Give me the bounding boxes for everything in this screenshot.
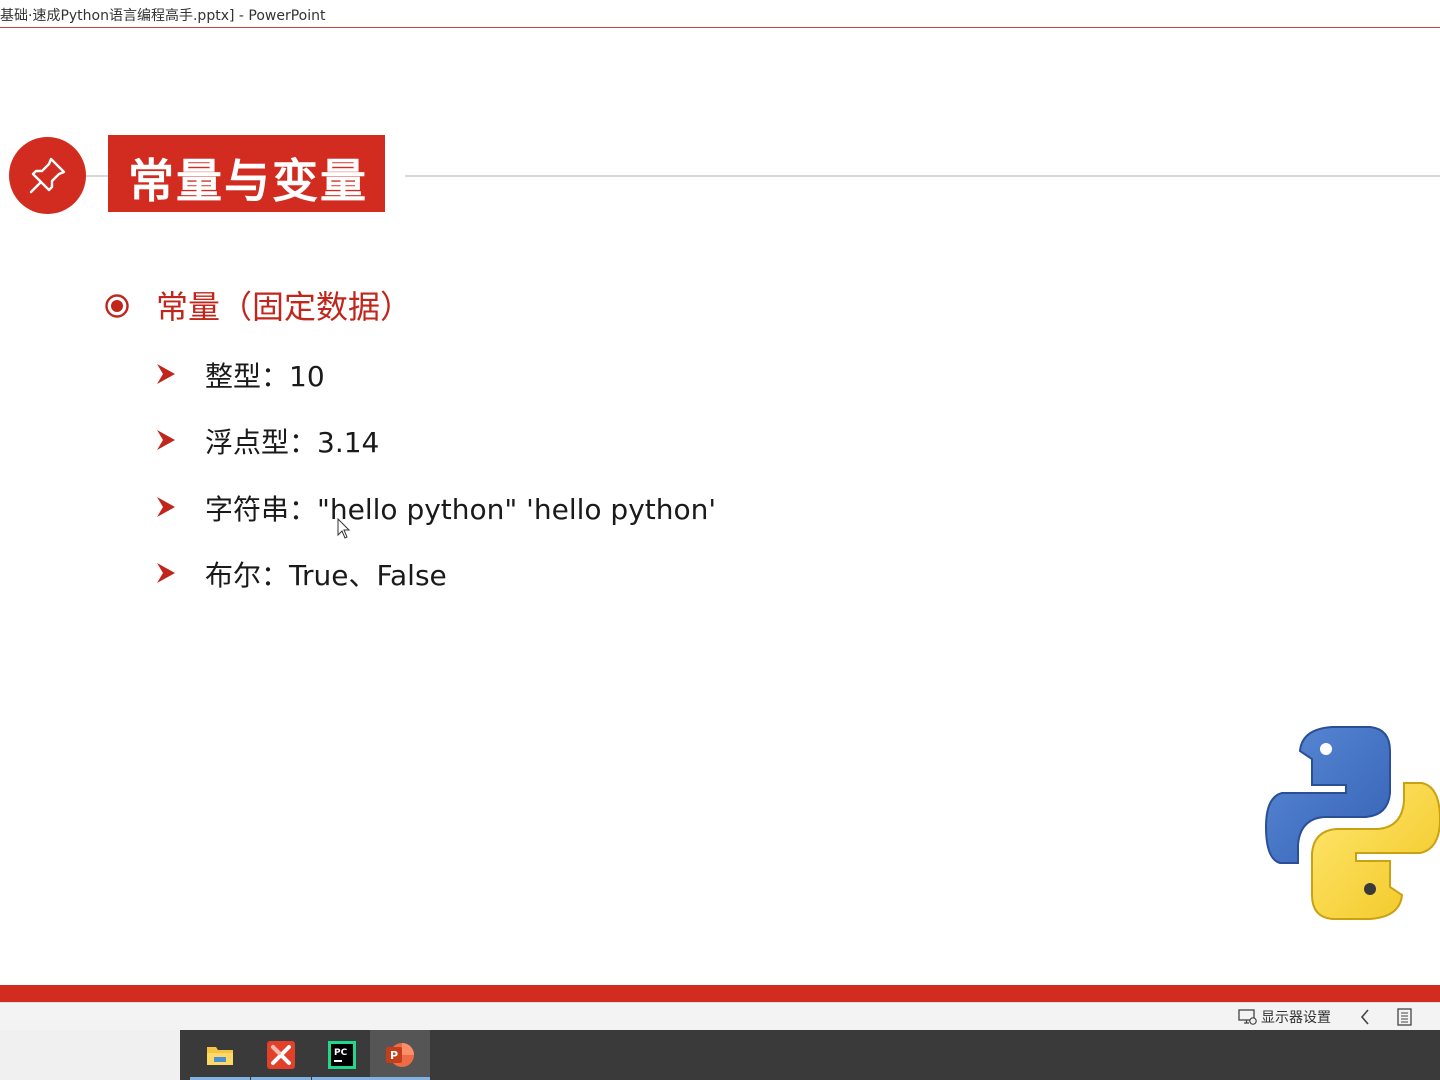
list-item: 浮点型：3.14: [205, 426, 380, 459]
slide-footer-bar: [0, 985, 1440, 1002]
display-settings-label: 显示器设置: [1261, 1010, 1331, 1026]
radio-bullet-icon: [105, 294, 129, 318]
slide-title: 常量与变量: [128, 154, 368, 208]
taskbar-app-file-explorer[interactable]: [190, 1030, 250, 1080]
list-item: 整型：10: [205, 360, 325, 393]
taskbar-app-xmind[interactable]: [251, 1030, 311, 1080]
title-box: 常量与变量: [108, 135, 385, 212]
file-explorer-icon: [207, 1047, 233, 1065]
taskbar-app-pycharm[interactable]: PC: [312, 1030, 372, 1080]
window-title: 基础·速成Python语言编程高手.pptx] - PowerPoint: [0, 8, 326, 24]
taskbar-search-area[interactable]: [0, 1030, 180, 1080]
arrow-bullet-icon: [157, 364, 175, 384]
pushpin-badge: [9, 137, 86, 214]
title-rule-left: [86, 175, 108, 177]
svg-text:P: P: [390, 1049, 398, 1062]
notes-view-icon[interactable]: [1396, 1007, 1414, 1027]
xmind-icon: [267, 1041, 295, 1069]
python-logo-icon: [1264, 726, 1440, 920]
list-item: 布尔：True、False: [205, 559, 447, 592]
display-settings-button[interactable]: 显示器设置: [1238, 1007, 1331, 1027]
list-item: 字符串："hello python" 'hello python': [205, 493, 717, 526]
arrow-bullet-icon: [157, 430, 175, 450]
mouse-cursor-icon: [337, 518, 351, 539]
section-heading: 常量（固定数据）: [156, 288, 413, 326]
monitor-settings-icon: [1238, 1009, 1257, 1025]
chevron-left-icon[interactable]: [1358, 1007, 1372, 1027]
arrow-bullet-icon: [157, 497, 175, 517]
taskbar-app-powerpoint[interactable]: P: [370, 1030, 430, 1080]
windows-taskbar: PC P: [0, 1030, 1440, 1080]
pycharm-icon: PC: [328, 1041, 356, 1069]
powerpoint-icon: P: [386, 1043, 414, 1067]
pushpin-icon: [29, 157, 66, 194]
title-rule: [405, 175, 1440, 177]
window-titlebar: 基础·速成Python语言编程高手.pptx] - PowerPoint: [0, 0, 1440, 28]
arrow-bullet-icon: [157, 563, 175, 583]
svg-text:PC: PC: [334, 1048, 348, 1058]
status-bar: 显示器设置: [0, 1002, 1440, 1030]
slide-canvas[interactable]: 常量与变量 常量（固定数据） 整型：10 浮点型：3.14 字符串："hello…: [0, 29, 1440, 985]
